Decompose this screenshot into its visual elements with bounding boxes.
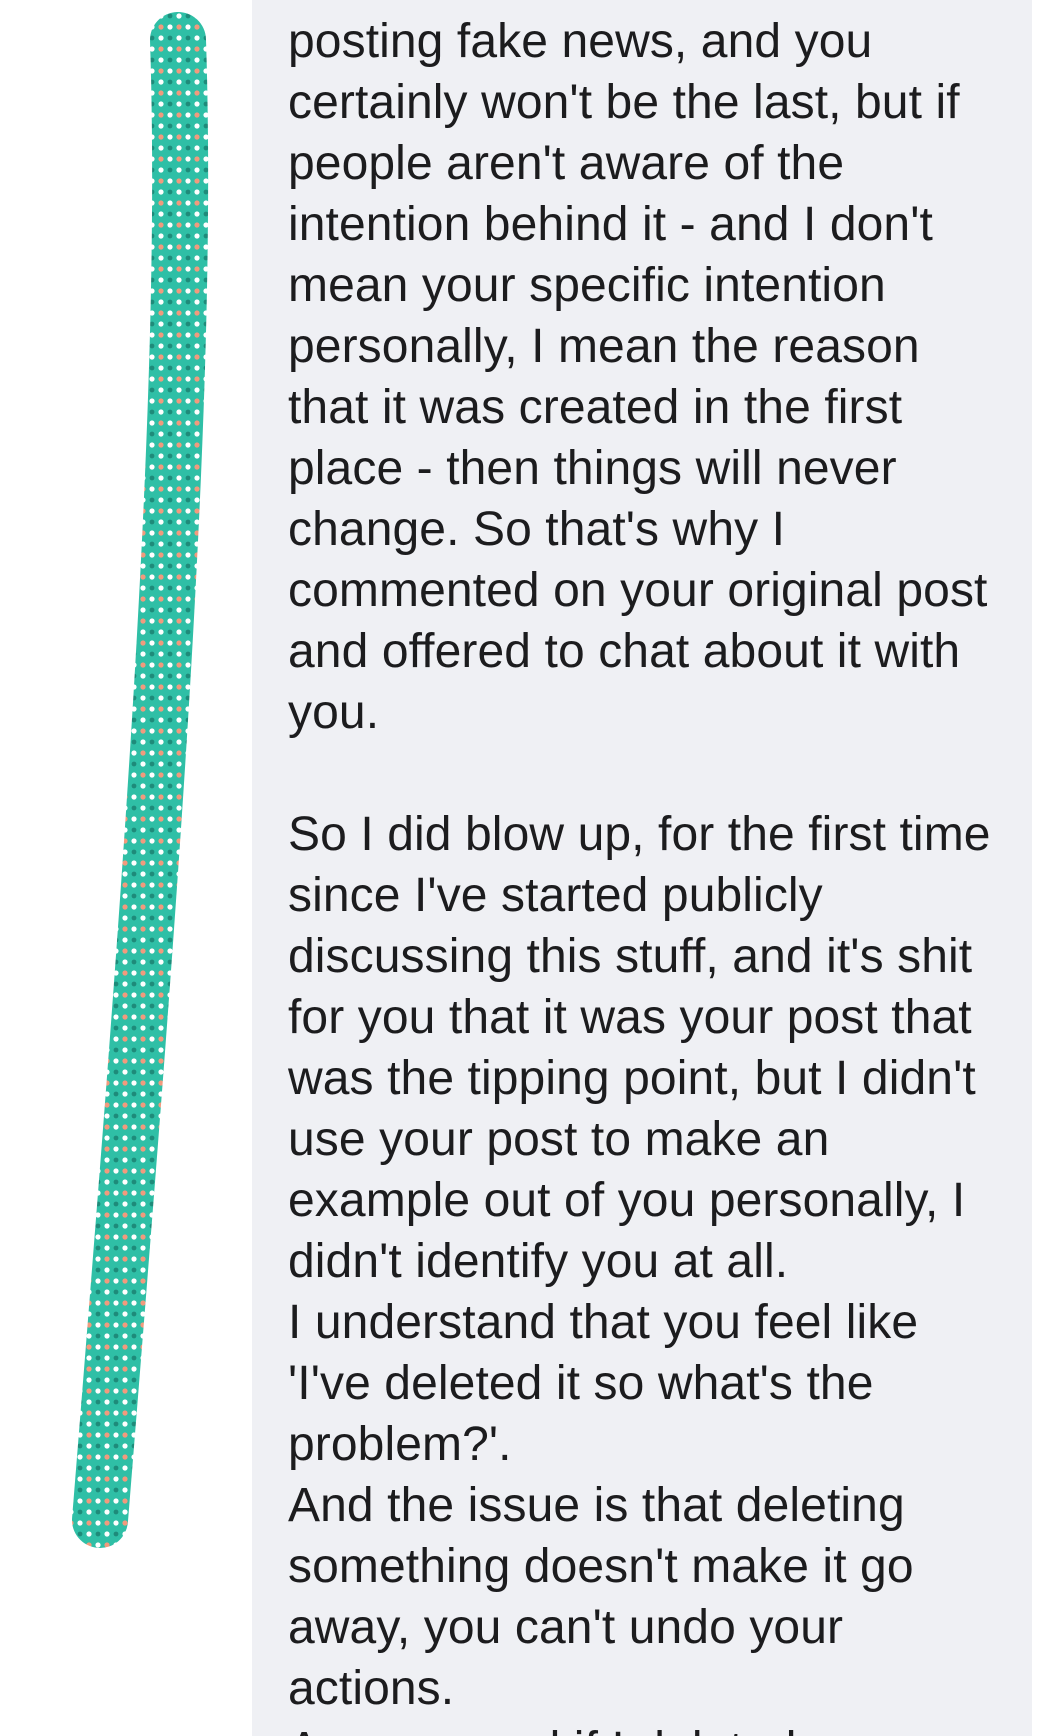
text-line: And the issue is that deleting [288, 1479, 905, 1532]
text-line: So I did blow up, for the first time [288, 808, 991, 861]
text-line: intention behind it - and I don't [288, 198, 933, 251]
text-line: personally, I mean the reason [288, 320, 920, 373]
text-line: mean your specific intention [288, 259, 886, 312]
text-line: for you that it was your post that [288, 991, 972, 1044]
text-line: was the tipping point, but I didn't [288, 1052, 976, 1105]
text-line: that it was created in the first [288, 381, 903, 434]
redaction-scribble [72, 12, 209, 1548]
text-line: and offered to chat about it with [288, 625, 961, 678]
text-line: problem?'. [288, 1418, 512, 1471]
text-line: place - then things will never [288, 442, 897, 495]
text-line: actions. [288, 1662, 455, 1715]
text-line: use your post to make an [288, 1113, 830, 1166]
text-line: something doesn't make it go [288, 1540, 914, 1593]
text-line: change. So that's why I [288, 503, 786, 556]
screenshot: posting fake news, and you certainly won… [0, 0, 1060, 1736]
text-line: since I've started publicly [288, 869, 823, 922]
text-line: people aren't aware of the [288, 137, 845, 190]
text-line: you. [288, 686, 380, 739]
message-text: posting fake news, and you certainly won… [288, 0, 1008, 1736]
text-line: certainly won't be the last, but if [288, 76, 960, 129]
text-line: commented on your original post [288, 564, 988, 617]
text-line: didn't identify you at all. [288, 1235, 789, 1288]
text-line: away, you can't undo your [288, 1601, 844, 1654]
text-line: posting fake news, and you [288, 15, 873, 68]
text-line: example out of you personally, I [288, 1174, 966, 1227]
text-line: I understand that you feel like [288, 1296, 919, 1349]
cut-off-line-bottom: Anyway, and if I deleted [288, 1719, 1008, 1736]
message-bubble: posting fake news, and you certainly won… [252, 0, 1032, 1736]
text-line: 'I've deleted it so what's the [288, 1357, 874, 1410]
text-line: discussing this stuff, and it's shit [288, 930, 973, 983]
